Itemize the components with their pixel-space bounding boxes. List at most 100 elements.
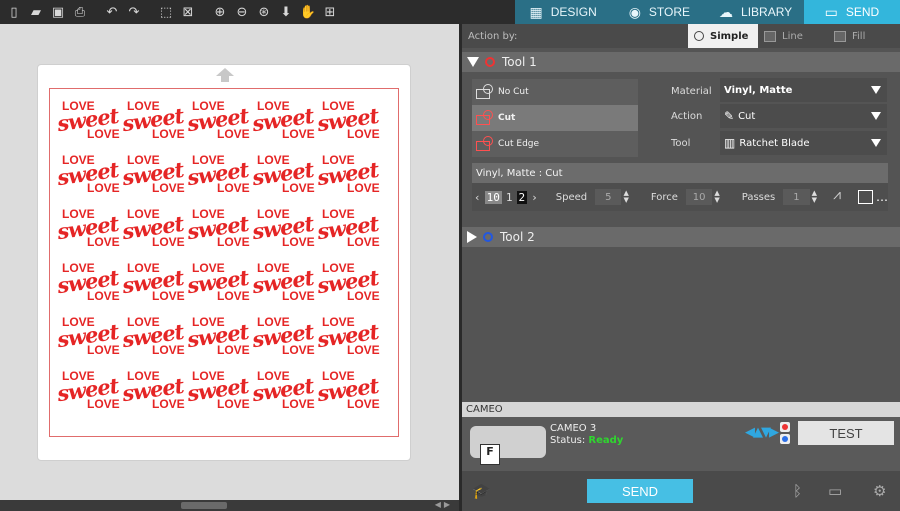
design-instance[interactable]: LOVE sweet LOVE [251, 97, 316, 151]
print-icon[interactable]: ⎙ [70, 2, 90, 22]
design-instance[interactable]: LOVE sweet LOVE [251, 151, 316, 205]
design-text-bottom: LOVE [87, 343, 120, 357]
design-text-bottom: LOVE [347, 235, 380, 249]
material-label: Material [671, 86, 712, 97]
zoom-in-icon[interactable]: ⊕ [210, 2, 230, 22]
tool-select[interactable]: ▥ Ratchet Blade [720, 131, 887, 155]
option-cut[interactable]: Cut [472, 105, 638, 131]
tab-design[interactable]: ▦ DESIGN [515, 0, 611, 24]
tab-store[interactable]: ◉ STORE [611, 0, 707, 24]
blade-depth-control[interactable]: ‹ 10 1 2 › [472, 190, 538, 204]
red-tool-indicator-icon [780, 422, 790, 432]
gear-icon[interactable]: ⚙ [873, 482, 886, 500]
move-down-icon[interactable]: ⬇ [276, 2, 296, 22]
undo-icon[interactable]: ↶ [102, 2, 122, 22]
design-instance[interactable]: LOVE sweet LOVE [316, 205, 381, 259]
pan-hand-icon[interactable]: ✋ [298, 2, 318, 22]
design-instance[interactable]: LOVE sweet LOVE [56, 313, 121, 367]
corner-icon[interactable] [857, 190, 873, 204]
design-instance[interactable]: LOVE sweet LOVE [121, 97, 186, 151]
add-page-icon[interactable]: ⊞ [320, 2, 340, 22]
blue-tool-ring-icon [483, 232, 493, 242]
design-instance[interactable]: LOVE sweet LOVE [186, 205, 251, 259]
cut-edge-icon [474, 135, 496, 153]
design-instance[interactable]: LOVE sweet LOVE [186, 259, 251, 313]
tab-send[interactable]: ▭ SEND [803, 0, 900, 24]
design-canvas[interactable]: LOVE sweet LOVE LOVE sweet LOVE LOVE sweet LOVE L… [0, 24, 459, 500]
test-button[interactable]: TEST [798, 421, 894, 445]
line-segment-overcut-icon[interactable]: ⩘ [833, 187, 854, 207]
speed-input[interactable]: 5 [595, 189, 622, 205]
zoom-out-icon[interactable]: ⊖ [232, 2, 252, 22]
tutorial-cap-icon[interactable]: 🎓 [472, 482, 491, 500]
force-input[interactable]: 10 [685, 189, 713, 205]
cut-area-border: LOVE sweet LOVE LOVE sweet LOVE LOVE sweet LOVE L… [49, 88, 399, 437]
open-folder-icon[interactable]: ▰ [26, 2, 46, 22]
design-instance[interactable]: LOVE sweet LOVE [186, 97, 251, 151]
redo-icon[interactable]: ↷ [124, 2, 144, 22]
passes-input[interactable]: 1 [783, 189, 810, 205]
scroll-arrows-icon[interactable]: ◀▶ [435, 500, 453, 509]
collapse-icon [467, 57, 479, 67]
tab-library[interactable]: ☁ LIBRARY [708, 0, 804, 24]
design-instance[interactable]: LOVE sweet LOVE [316, 313, 381, 367]
design-instance[interactable]: LOVE sweet LOVE [251, 313, 316, 367]
line-mode-icon [764, 30, 776, 42]
scroll-thumb[interactable] [181, 502, 227, 509]
design-instance[interactable]: LOVE sweet LOVE [56, 205, 121, 259]
design-instance[interactable]: LOVE sweet LOVE [56, 367, 121, 421]
tool1-header[interactable]: Tool 1 [462, 52, 900, 72]
dropdown-arrow-icon [871, 139, 881, 147]
save-icon[interactable]: ▣ [48, 2, 68, 22]
design-instance[interactable]: LOVE sweet LOVE [186, 313, 251, 367]
passes-spinner-icon[interactable]: ▲ ▼ [812, 190, 821, 204]
deselect-icon[interactable]: ⊠ [178, 2, 198, 22]
mode-line[interactable]: Line [758, 24, 828, 48]
design-instance[interactable]: LOVE sweet LOVE [316, 259, 381, 313]
design-instance[interactable]: LOVE sweet LOVE [121, 367, 186, 421]
design-text-bottom: LOVE [282, 127, 315, 141]
passes-label: Passes [741, 191, 776, 203]
select-all-icon[interactable]: ⬚ [156, 2, 176, 22]
option-cut-edge[interactable]: Cut Edge [472, 131, 638, 157]
design-instance[interactable]: LOVE sweet LOVE [186, 367, 251, 421]
design-instance[interactable]: LOVE sweet LOVE [56, 97, 121, 151]
zoom-fit-icon[interactable]: ⊛ [254, 2, 274, 22]
action-select[interactable]: ✎ Cut [720, 104, 887, 128]
option-no-cut[interactable]: No Cut [472, 79, 638, 105]
design-text-bottom: LOVE [217, 181, 250, 195]
design-text-bottom: LOVE [217, 235, 250, 249]
design-text-bottom: LOVE [217, 343, 250, 357]
speed-spinner-icon[interactable]: ▲ ▼ [623, 190, 632, 204]
move-arrows-icon[interactable]: ◀▲▼▶ [745, 425, 779, 440]
bluetooth-icon[interactable]: ᛒ [793, 482, 802, 500]
design-instance[interactable]: LOVE sweet LOVE [121, 205, 186, 259]
design-instance[interactable]: LOVE sweet LOVE [121, 313, 186, 367]
force-spinner-icon[interactable]: ▲ ▼ [714, 190, 723, 204]
design-instance[interactable]: LOVE sweet LOVE [56, 151, 121, 205]
grid-icon: ▦ [529, 3, 543, 20]
design-instance[interactable]: LOVE sweet LOVE [316, 367, 381, 421]
new-file-icon[interactable]: ▯ [4, 2, 24, 22]
design-instance[interactable]: LOVE sweet LOVE [56, 259, 121, 313]
design-instance[interactable]: LOVE sweet LOVE [121, 259, 186, 313]
design-instance[interactable]: LOVE sweet LOVE [316, 97, 381, 151]
design-text-bottom: LOVE [347, 127, 380, 141]
design-text-bottom: LOVE [87, 397, 120, 411]
mode-simple[interactable]: Simple [688, 24, 758, 48]
design-instance[interactable]: LOVE sweet LOVE [186, 151, 251, 205]
machine-settings-icon[interactable]: ▭ [828, 482, 842, 500]
cutting-mat: LOVE sweet LOVE LOVE sweet LOVE LOVE sweet LOVE L… [37, 64, 411, 461]
material-select[interactable]: Vinyl, Matte [720, 78, 887, 102]
horizontal-scrollbar[interactable]: ◀▶ [0, 500, 459, 511]
more-options-icon[interactable]: … [876, 190, 888, 204]
force-label: Force [650, 191, 678, 203]
mode-fill[interactable]: Fill [828, 24, 898, 48]
design-instance[interactable]: LOVE sweet LOVE [251, 367, 316, 421]
send-button[interactable]: SEND [587, 479, 693, 503]
design-instance[interactable]: LOVE sweet LOVE [251, 259, 316, 313]
design-instance[interactable]: LOVE sweet LOVE [316, 151, 381, 205]
design-instance[interactable]: LOVE sweet LOVE [121, 151, 186, 205]
design-instance[interactable]: LOVE sweet LOVE [251, 205, 316, 259]
tool2-header[interactable]: Tool 2 [462, 227, 900, 247]
